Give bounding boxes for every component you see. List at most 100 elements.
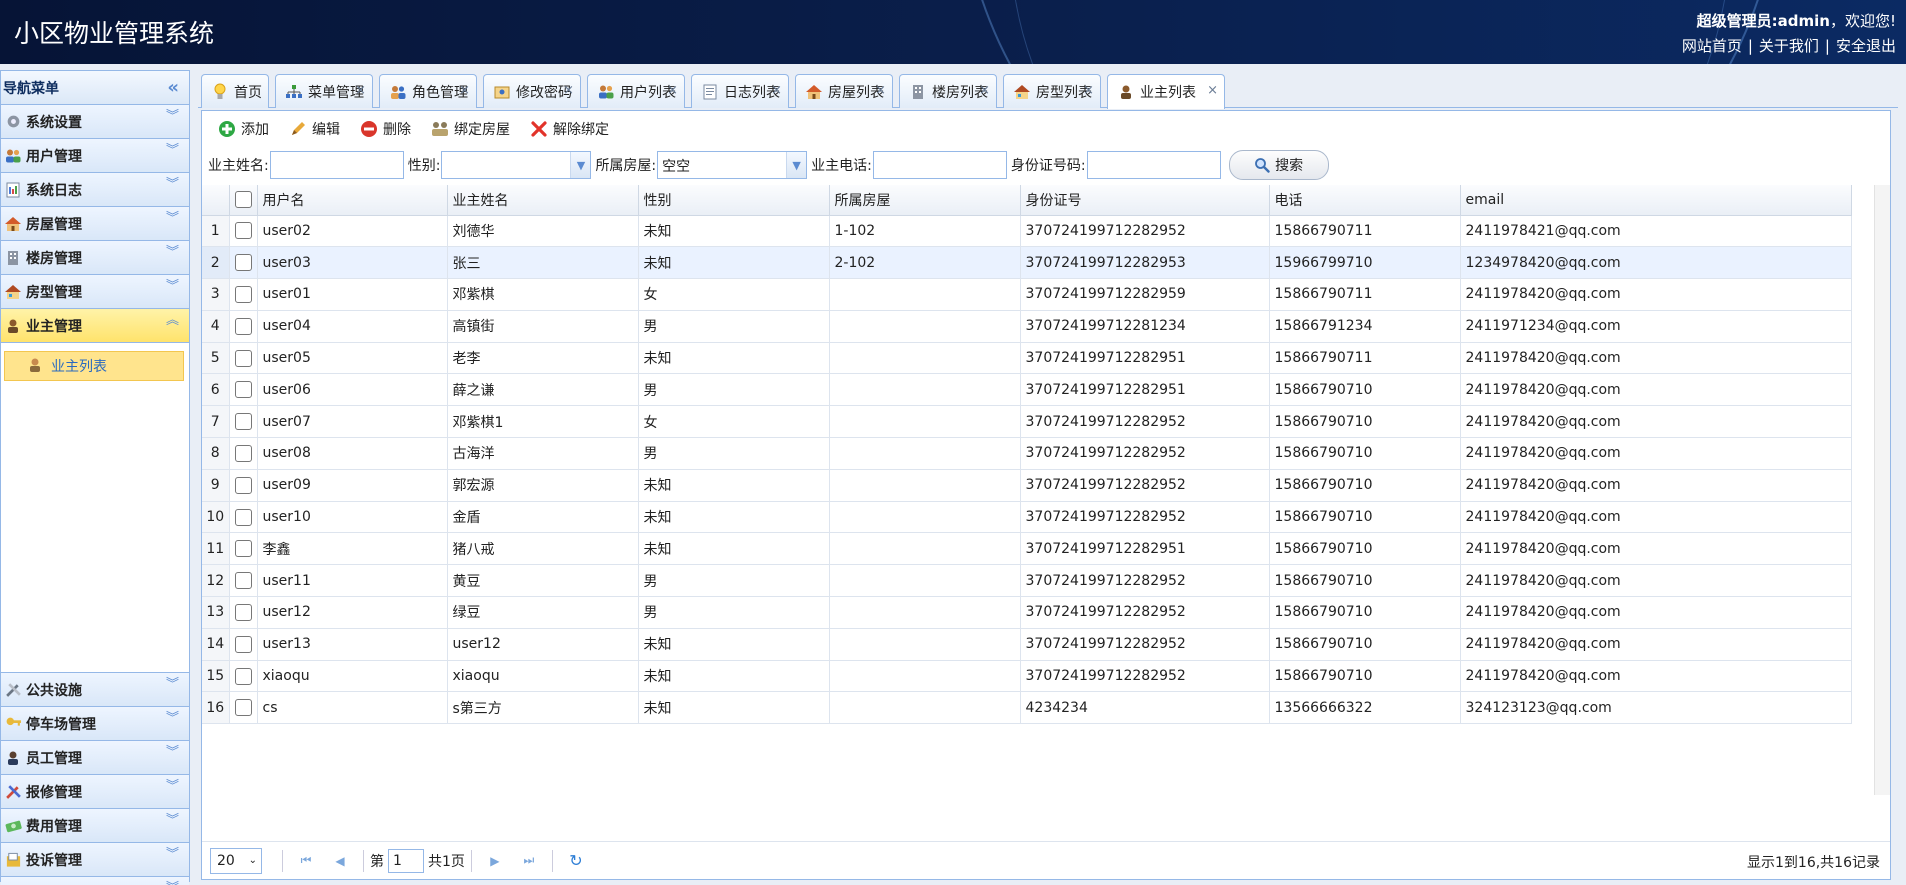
row-checkbox[interactable] xyxy=(229,342,258,375)
tab-house[interactable]: 房屋列表 × xyxy=(795,74,893,108)
close-icon[interactable]: × xyxy=(1207,83,1218,98)
chevron-down-icon[interactable]: ︾ xyxy=(166,848,179,861)
owner-name-input[interactable] xyxy=(269,151,404,179)
table-row[interactable]: 15 xiaoqu xiaoqu 未知 370724199712282952 158667… xyxy=(202,660,1852,693)
close-icon[interactable]: × xyxy=(563,83,574,98)
row-checkbox[interactable] xyxy=(229,469,258,502)
row-checkbox[interactable] xyxy=(229,246,258,280)
column-header[interactable]: 业主姓名 xyxy=(447,185,639,216)
row-checkbox[interactable] xyxy=(229,691,258,725)
checkbox[interactable] xyxy=(234,699,252,717)
sidebar-item-tools[interactable]: 公共设施 ︾ xyxy=(1,673,189,707)
first-page-icon[interactable]: ⏮ xyxy=(295,850,317,872)
sidebar-item-log[interactable]: 系统日志 ︾ xyxy=(1,173,189,207)
chevron-down-icon[interactable]: ︾ xyxy=(166,280,179,293)
chevron-down-icon[interactable]: ︾ xyxy=(166,746,179,759)
checkbox[interactable] xyxy=(234,381,252,399)
row-checkbox[interactable] xyxy=(229,660,258,693)
chevron-down-icon[interactable]: ︾ xyxy=(166,212,179,225)
row-checkbox[interactable] xyxy=(229,628,258,661)
delete-button[interactable]: 删除 xyxy=(358,119,411,139)
owner-phone-input[interactable] xyxy=(872,151,1007,179)
row-checkbox[interactable] xyxy=(229,596,258,629)
table-row[interactable]: 5 user05 老李 未知 370724199712282951 15866790711… xyxy=(202,342,1852,375)
edit-button[interactable]: 编辑 xyxy=(287,119,340,139)
sidebar-item-users[interactable]: 用户管理 ︾ xyxy=(1,139,189,173)
close-icon[interactable]: × xyxy=(979,83,990,98)
house-select[interactable]: 空空 ▼ xyxy=(657,151,808,179)
table-row[interactable]: 3 user01 邓紫棋女 370724199712282959 15866790711… xyxy=(202,278,1852,311)
close-icon[interactable]: × xyxy=(1083,83,1094,98)
checkbox[interactable] xyxy=(234,285,252,303)
sidebar-item-key[interactable]: 停车场管理 ︾ xyxy=(1,707,189,741)
tab-owner[interactable]: 业主列表 × xyxy=(1107,74,1225,109)
checkbox[interactable] xyxy=(234,572,252,590)
close-icon[interactable]: × xyxy=(459,83,470,98)
table-row[interactable]: 2 user03 张三 未知 2-102 370724199712282953 159667… xyxy=(202,246,1852,280)
chevron-down-icon[interactable]: ︾ xyxy=(166,814,179,827)
next-page-icon[interactable]: ▶ xyxy=(484,850,506,872)
chevron-down-icon[interactable]: ▼ xyxy=(570,152,591,178)
checkbox[interactable] xyxy=(234,349,252,367)
logout-link[interactable]: 安全退出 xyxy=(1836,37,1896,55)
bind-house-button[interactable]: 绑定房屋 xyxy=(429,119,510,139)
sidebar-item-house[interactable]: 房屋管理 ︾ xyxy=(1,207,189,241)
table-row[interactable]: 16 cs s第三方 未知 4234234 13566666322 324123123@qq… xyxy=(202,691,1852,725)
site-home-link[interactable]: 网站首页 xyxy=(1682,37,1742,55)
refresh-icon[interactable]: ↻ xyxy=(565,850,587,872)
sidebar-item-owner[interactable]: 业主管理 ︽ xyxy=(1,309,189,343)
row-checkbox[interactable] xyxy=(229,564,258,598)
column-header[interactable]: 所属房屋 xyxy=(829,185,1021,216)
tab-building[interactable]: 楼房列表 × xyxy=(899,74,997,108)
tab-menu-tree[interactable]: 菜单管理 × xyxy=(275,74,373,108)
close-icon[interactable]: × xyxy=(667,83,678,98)
table-row[interactable]: 4 user04 高镇街男 370724199712281234 15866791234… xyxy=(202,310,1852,343)
checkbox[interactable] xyxy=(234,540,252,558)
sidebar-item-building[interactable]: 楼房管理 ︾ xyxy=(1,241,189,275)
row-checkbox[interactable] xyxy=(229,215,258,248)
chevron-down-icon[interactable]: ︾ xyxy=(166,678,179,691)
tab-log-list[interactable]: 日志列表 × xyxy=(691,74,789,108)
chevron-down-icon[interactable]: ︾ xyxy=(166,712,179,725)
table-row[interactable]: 1 user02 刘德华 未知 1-102 370724199712282952 15866… xyxy=(202,215,1852,248)
checkbox[interactable] xyxy=(234,603,252,621)
row-checkbox[interactable] xyxy=(229,310,258,343)
table-row[interactable]: 7 user07 邓紫棋1 女 370724199712282952 1586679071… xyxy=(202,405,1852,439)
table-row[interactable]: 12 user11 黄豆男 370724199712282952 15866790710… xyxy=(202,564,1852,598)
checkbox[interactable] xyxy=(234,254,252,272)
tab-home[interactable]: 首页 xyxy=(201,74,269,108)
sidebar-item-owner-list[interactable]: 业主列表 xyxy=(4,351,184,381)
sidebar-item-complaint[interactable]: 投诉管理 ︾ xyxy=(1,843,189,877)
column-header[interactable]: 身份证号 xyxy=(1020,185,1270,216)
row-checkbox[interactable] xyxy=(229,532,258,566)
about-link[interactable]: 关于我们 xyxy=(1759,37,1819,55)
row-checkbox[interactable] xyxy=(229,437,258,470)
idcard-input[interactable] xyxy=(1086,151,1221,179)
chevron-up-icon[interactable]: ︽ xyxy=(166,314,179,327)
checkbox[interactable] xyxy=(234,444,252,462)
table-row[interactable]: 9 user09 郭宏源 未知 370724199712282952 1586679071… xyxy=(202,469,1852,502)
column-header[interactable]: 性别 xyxy=(638,185,830,216)
sidebar-item-house-type[interactable]: 房型管理 ︾ xyxy=(1,275,189,309)
close-icon[interactable]: × xyxy=(355,83,366,98)
chevron-down-icon[interactable]: ▼ xyxy=(786,152,807,178)
table-row[interactable]: 10 user10 金盾 未知 370724199712282952 1586679071… xyxy=(202,501,1852,534)
checkbox[interactable] xyxy=(234,413,252,431)
unbind-button[interactable]: 解除绑定 xyxy=(528,119,609,139)
sidebar-item-staff[interactable]: 员工管理 ︾ xyxy=(1,741,189,775)
checkbox[interactable] xyxy=(234,476,252,494)
tab-house-type[interactable]: 房型列表 × xyxy=(1003,74,1101,108)
last-page-icon[interactable]: ⏭ xyxy=(518,850,540,872)
chevron-down-icon[interactable]: ︾ xyxy=(166,110,179,123)
table-row[interactable]: 11 李鑫 猪八戒 未知 370724199712282951 15866790710 24… xyxy=(202,532,1852,566)
gender-select[interactable]: ▼ xyxy=(441,151,592,179)
column-header[interactable]: 用户名 xyxy=(257,185,448,216)
sidebar-item-money[interactable]: 费用管理 ︾ xyxy=(1,809,189,843)
tab-password[interactable]: 修改密码 × xyxy=(483,74,581,108)
search-button[interactable]: 搜索 xyxy=(1228,150,1329,180)
page-number-input[interactable]: 1 xyxy=(388,848,424,873)
row-checkbox[interactable] xyxy=(229,373,258,407)
checkbox[interactable] xyxy=(234,191,252,209)
row-checkbox[interactable] xyxy=(229,501,258,534)
column-header[interactable]: 电话 xyxy=(1269,185,1461,216)
